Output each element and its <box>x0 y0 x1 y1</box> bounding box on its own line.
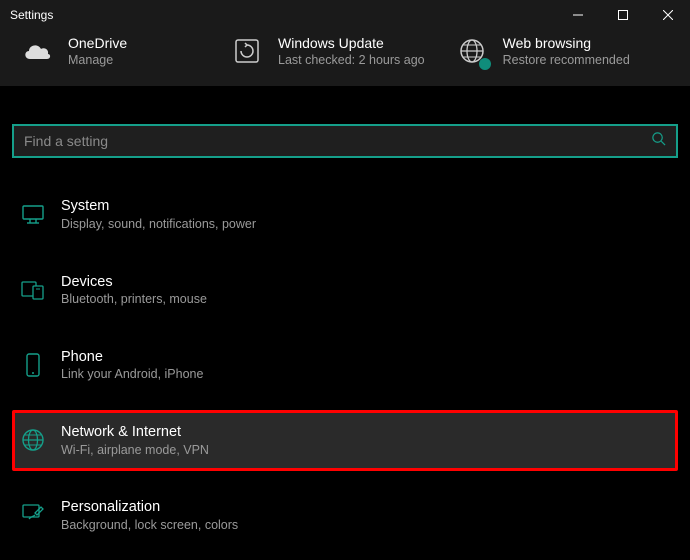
tile-onedrive[interactable]: OneDrive Manage <box>20 34 200 68</box>
search-box[interactable] <box>12 124 678 158</box>
status-badge <box>479 58 491 70</box>
tile-title: OneDrive <box>68 34 127 52</box>
tile-title: Windows Update <box>278 34 425 52</box>
tile-web-browsing[interactable]: Web browsing Restore recommended <box>455 34 635 68</box>
paintbrush-icon <box>21 503 45 527</box>
tile-windows-update[interactable]: Windows Update Last checked: 2 hours ago <box>230 34 425 68</box>
phone-icon <box>21 353 45 377</box>
category-title: System <box>61 197 256 216</box>
category-title: Network & Internet <box>61 423 209 442</box>
category-phone[interactable]: Phone Link your Android, iPhone <box>12 335 678 396</box>
globe-icon <box>21 428 45 452</box>
update-icon <box>230 34 264 68</box>
category-title: Devices <box>61 273 207 292</box>
devices-icon <box>21 278 45 302</box>
tile-sub: Restore recommended <box>503 52 630 68</box>
category-sub: Display, sound, notifications, power <box>61 216 256 232</box>
close-button[interactable] <box>645 0 690 30</box>
cloud-icon <box>20 34 54 68</box>
monitor-icon <box>21 203 45 227</box>
category-sub: Background, lock screen, colors <box>61 517 238 533</box>
maximize-button[interactable] <box>600 0 645 30</box>
search-icon <box>651 131 666 151</box>
category-network[interactable]: Network & Internet Wi-Fi, airplane mode,… <box>12 410 678 471</box>
header-tiles: OneDrive Manage Windows Update Last chec… <box>0 30 690 86</box>
tile-sub: Manage <box>68 52 127 68</box>
category-title: Personalization <box>61 498 238 517</box>
category-system[interactable]: System Display, sound, notifications, po… <box>12 184 678 245</box>
main-content: System Display, sound, notifications, po… <box>0 86 690 559</box>
category-devices[interactable]: Devices Bluetooth, printers, mouse <box>12 260 678 321</box>
tile-title: Web browsing <box>503 34 630 52</box>
category-sub: Bluetooth, printers, mouse <box>61 291 207 307</box>
tile-sub: Last checked: 2 hours ago <box>278 52 425 68</box>
category-list: System Display, sound, notifications, po… <box>12 184 678 559</box>
window-title: Settings <box>10 8 555 22</box>
category-personalization[interactable]: Personalization Background, lock screen,… <box>12 485 678 546</box>
titlebar: Settings <box>0 0 690 30</box>
category-title: Phone <box>61 348 203 367</box>
window-controls <box>555 0 690 30</box>
globe-icon <box>455 34 489 68</box>
category-sub: Link your Android, iPhone <box>61 366 203 382</box>
minimize-button[interactable] <box>555 0 600 30</box>
category-sub: Wi-Fi, airplane mode, VPN <box>61 442 209 458</box>
search-input[interactable] <box>24 133 651 149</box>
